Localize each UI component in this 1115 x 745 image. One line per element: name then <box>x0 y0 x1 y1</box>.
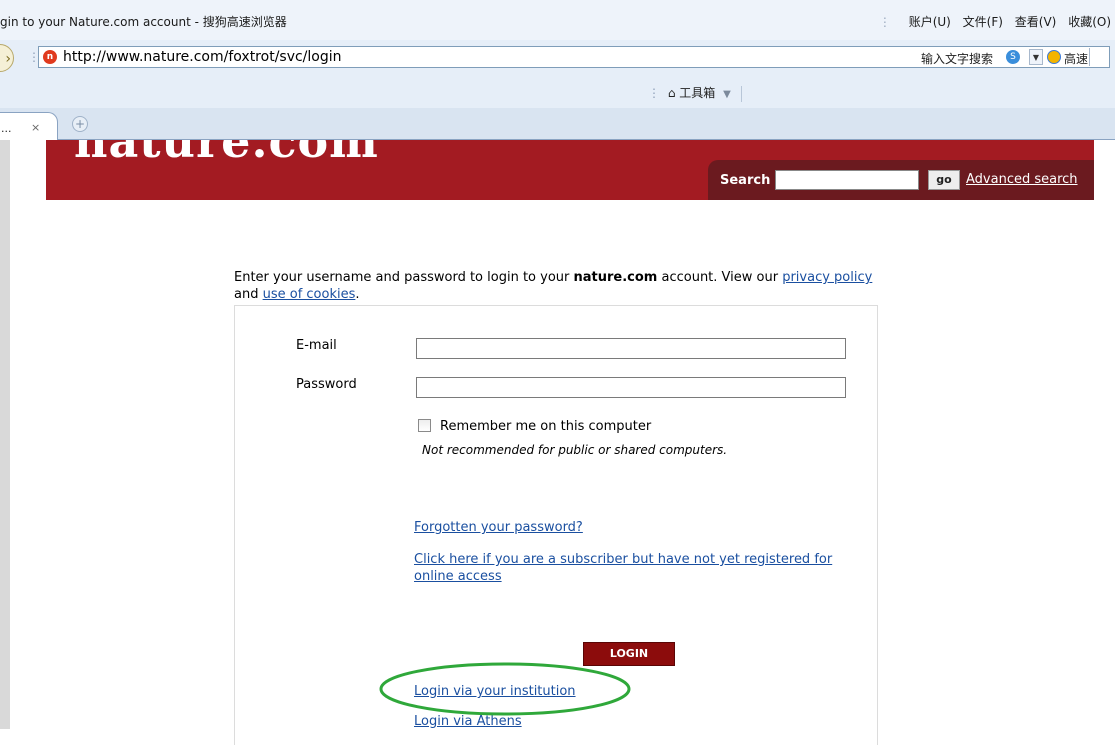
site-logo[interactable]: nature.com <box>74 140 379 168</box>
remember-me-note: Not recommended for public or shared com… <box>422 443 728 457</box>
toolbox-label: 工具箱 <box>679 86 716 100</box>
divider <box>1089 48 1090 66</box>
window-title: gin to your Nature.com account - 搜狗高速浏览器 <box>0 15 287 29</box>
privacy-policy-link[interactable]: privacy policy <box>782 270 872 285</box>
login-button[interactable]: LOGIN <box>583 642 675 666</box>
login-athens-link[interactable]: Login via Athens <box>414 714 522 729</box>
search-hint[interactable]: 输入文字搜索 <box>921 50 993 67</box>
email-field[interactable] <box>416 338 846 359</box>
password-label: Password <box>296 377 357 392</box>
menu-favorites[interactable]: 收藏(O) <box>1068 15 1111 29</box>
browser-menu-bar: ⋮ 账户(U) 文件(F) 查看(V) 收藏(O) <box>879 13 1111 30</box>
toolbox-icon: ⌂ <box>667 86 676 100</box>
browser-toolbar: ⋮ ⌂ 工具箱 ▼ <box>0 78 1115 108</box>
intro-brand: nature.com <box>573 270 658 285</box>
advanced-search-link[interactable]: Advanced search <box>966 172 1078 187</box>
divider <box>740 85 742 102</box>
remember-me-checkbox[interactable] <box>418 419 431 432</box>
forgot-password-link[interactable]: Forgotten your password? <box>414 520 583 535</box>
browser-title-bar: gin to your Nature.com account - 搜狗高速浏览器… <box>0 0 1115 40</box>
login-intro-text: Enter your username and password to logi… <box>234 269 898 303</box>
site-favicon-icon: n <box>43 50 57 64</box>
password-field[interactable] <box>416 377 846 398</box>
cookies-policy-link[interactable]: use of cookies <box>263 287 356 302</box>
intro-text: . <box>355 287 360 302</box>
speed-mode-label[interactable]: 高速 <box>1064 50 1088 67</box>
menu-file[interactable]: 文件(F) <box>963 15 1003 29</box>
site-search-bar: Search go Advanced search <box>708 160 1094 200</box>
speed-mode-icon[interactable] <box>1047 50 1061 64</box>
intro-text: and <box>234 287 263 302</box>
toolbox-button[interactable]: ⋮ ⌂ 工具箱 ▼ <box>648 84 742 102</box>
menu-account[interactable]: 账户(U) <box>909 15 951 29</box>
new-tab-icon[interactable]: + <box>72 116 88 132</box>
tab-title: ... <box>1 122 12 135</box>
toolbar-grip: ⋮ <box>648 86 660 100</box>
back-button-icon[interactable]: › <box>0 44 14 72</box>
email-label: E-mail <box>296 338 337 353</box>
tab-strip: ... × + <box>0 108 1115 140</box>
tab-active[interactable]: ... × <box>0 112 58 140</box>
login-institution-link[interactable]: Login via your institution <box>414 684 576 699</box>
chevron-down-icon: ▼ <box>723 89 731 100</box>
remember-me-label[interactable]: Remember me on this computer <box>440 419 651 434</box>
menu-grip: ⋮ <box>878 15 891 29</box>
close-icon[interactable]: × <box>31 121 40 134</box>
go-button[interactable]: go <box>928 170 960 190</box>
chevron-down-icon[interactable]: ▼ <box>1029 49 1043 65</box>
search-engine-icon[interactable]: S <box>1006 50 1020 64</box>
search-input[interactable] <box>775 170 919 190</box>
menu-view[interactable]: 查看(V) <box>1015 15 1057 29</box>
site-header: nature.com Search go Advanced search <box>46 140 1094 200</box>
subscriber-register-link[interactable]: Click here if you are a subscriber but h… <box>414 551 844 585</box>
search-label: Search <box>720 173 771 188</box>
page-gutter <box>0 140 10 729</box>
url-text[interactable]: http://www.nature.com/foxtrot/svc/login <box>63 49 342 65</box>
intro-text: Enter your username and password to logi… <box>234 270 574 285</box>
address-bar[interactable]: n http://www.nature.com/foxtrot/svc/logi… <box>38 46 1110 68</box>
intro-text: account. View our <box>657 270 783 285</box>
address-bar-row: › ⋮ n http://www.nature.com/foxtrot/svc/… <box>0 40 1115 78</box>
